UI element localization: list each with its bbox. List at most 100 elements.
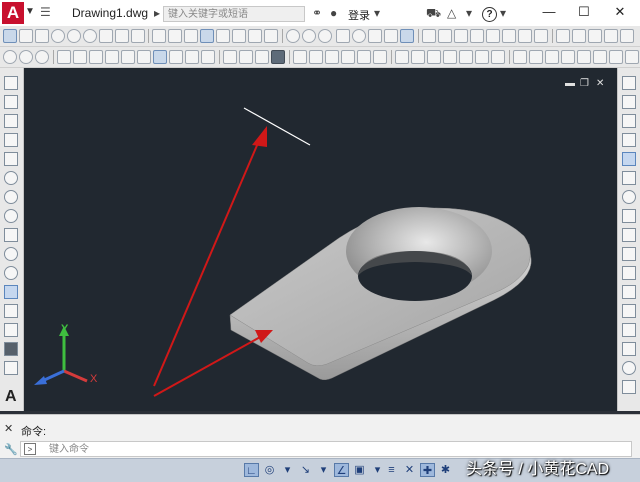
minimize-button[interactable]: —	[536, 3, 562, 21]
union-icon[interactable]	[232, 29, 246, 43]
help-dropdown-icon[interactable]: ▾	[500, 6, 506, 20]
color-faces-icon[interactable]	[534, 29, 548, 43]
close-button[interactable]: ✕	[607, 3, 633, 21]
drawn-line[interactable]	[243, 107, 311, 146]
ellipse-icon[interactable]	[4, 247, 18, 261]
wrench-icon[interactable]: 🔧	[4, 443, 18, 456]
break-at-point-icon[interactable]	[622, 285, 636, 299]
extrude-faces-icon[interactable]	[438, 29, 452, 43]
box-icon[interactable]	[3, 29, 17, 43]
point-icon[interactable]	[4, 323, 18, 337]
clean-icon[interactable]	[620, 29, 634, 43]
planar-surface-icon[interactable]	[131, 29, 145, 43]
orbit-icon[interactable]	[3, 50, 17, 64]
osnap-icon[interactable]: ▾	[316, 463, 331, 477]
workspace-icon[interactable]: ✚	[420, 463, 435, 477]
revolve-icon[interactable]	[200, 29, 214, 43]
spline-icon[interactable]	[4, 228, 18, 242]
stretch-icon[interactable]	[622, 228, 636, 242]
app-menu-chevron-icon[interactable]: ▼	[25, 6, 35, 17]
ucs-view-icon[interactable]	[373, 50, 387, 64]
left-view-icon[interactable]	[89, 50, 103, 64]
visual-style-3d-icon[interactable]	[239, 50, 253, 64]
ucs-face-icon[interactable]	[341, 50, 355, 64]
explode-icon[interactable]	[622, 380, 636, 394]
cart-icon[interactable]: ⛟	[426, 6, 441, 20]
extrude-icon[interactable]	[152, 29, 166, 43]
exchange-apps-icon[interactable]: △	[447, 6, 456, 20]
annotation-icon[interactable]: ✕	[402, 463, 417, 477]
ucs-y-icon[interactable]	[459, 50, 473, 64]
separate-icon[interactable]	[572, 29, 586, 43]
copy-icon[interactable]	[622, 95, 636, 109]
dimension-jogged-icon[interactable]	[593, 50, 607, 64]
drawing-viewport[interactable]: ▬ ❐ ✕ Y X	[24, 68, 617, 411]
revision-cloud-icon[interactable]	[4, 209, 18, 223]
sphere-icon[interactable]	[51, 29, 65, 43]
application-menu-button[interactable]: A	[2, 2, 24, 24]
visual-style-2d-icon[interactable]	[223, 50, 237, 64]
ucs-origin-icon[interactable]	[395, 50, 409, 64]
subtract-icon[interactable]	[248, 29, 262, 43]
search-expand-icon[interactable]: ▸	[154, 6, 160, 20]
transparency-icon[interactable]: ▾	[370, 463, 385, 477]
intersect-icon[interactable]	[264, 29, 278, 43]
snap-icon[interactable]: ◎	[262, 463, 277, 477]
visual-style-conceptual-icon[interactable]	[271, 50, 285, 64]
close-icon[interactable]: ✕	[4, 422, 13, 435]
cone-icon[interactable]	[35, 29, 49, 43]
3d-move-icon[interactable]	[336, 29, 350, 43]
customization-icon[interactable]: ✱	[438, 463, 453, 477]
circle-icon[interactable]	[4, 190, 18, 204]
grid-icon[interactable]: ∟	[244, 463, 259, 477]
dimension-diameter-icon[interactable]	[609, 50, 623, 64]
visual-style-realistic-icon[interactable]	[255, 50, 269, 64]
array-icon[interactable]	[622, 152, 636, 166]
rectangle-icon[interactable]	[4, 152, 18, 166]
ucs-previous-icon[interactable]	[325, 50, 339, 64]
hatch-icon[interactable]	[4, 342, 18, 356]
selection-cycling-icon[interactable]: ≡	[384, 463, 399, 477]
pan-icon[interactable]	[19, 50, 33, 64]
front-view-icon[interactable]	[121, 50, 135, 64]
continuous-orbit-icon[interactable]	[318, 29, 332, 43]
construction-line-icon[interactable]	[4, 95, 18, 109]
move-icon[interactable]	[622, 171, 636, 185]
3d-array-icon[interactable]	[400, 29, 414, 43]
bottom-view-icon[interactable]	[73, 50, 87, 64]
presspull-icon[interactable]	[168, 29, 182, 43]
quick-access-toolbar-icon[interactable]: ☰	[40, 6, 52, 18]
arc-icon[interactable]	[4, 171, 18, 185]
cylinder-icon[interactable]	[67, 29, 81, 43]
dimension-linear-icon[interactable]	[513, 50, 527, 64]
trim-icon[interactable]	[622, 247, 636, 261]
help-icon[interactable]: ?	[482, 7, 497, 22]
se-isometric-icon[interactable]	[169, 50, 183, 64]
ucs-z-axis-icon[interactable]	[411, 50, 425, 64]
back-view-icon[interactable]	[137, 50, 151, 64]
ne-isometric-icon[interactable]	[185, 50, 199, 64]
dimension-aligned-icon[interactable]	[529, 50, 543, 64]
dimension-angular-icon[interactable]	[625, 50, 639, 64]
free-orbit-icon[interactable]	[302, 29, 316, 43]
maximize-button[interactable]: ☐	[571, 3, 597, 21]
3d-mirror-icon[interactable]	[384, 29, 398, 43]
ucs-object-icon[interactable]	[357, 50, 371, 64]
ucs-z-icon[interactable]	[475, 50, 489, 64]
multiline-text-icon[interactable]: A	[5, 388, 17, 406]
check-icon[interactable]	[604, 29, 618, 43]
user-icon[interactable]: ●	[330, 6, 337, 20]
scale-icon[interactable]	[622, 209, 636, 223]
command-prompt-icon[interactable]: >	[24, 443, 36, 455]
command-input[interactable]	[49, 442, 609, 456]
move-faces-icon[interactable]	[454, 29, 468, 43]
extend-icon[interactable]	[622, 266, 636, 280]
shell-icon[interactable]	[588, 29, 602, 43]
polygon-icon[interactable]	[4, 133, 18, 147]
taper-faces-icon[interactable]	[518, 29, 532, 43]
imprint-icon[interactable]	[556, 29, 570, 43]
3d-rotate-icon[interactable]	[352, 29, 366, 43]
ucs-x-icon[interactable]	[443, 50, 457, 64]
otrack-icon[interactable]: ∠	[334, 463, 349, 477]
right-view-icon[interactable]	[105, 50, 119, 64]
